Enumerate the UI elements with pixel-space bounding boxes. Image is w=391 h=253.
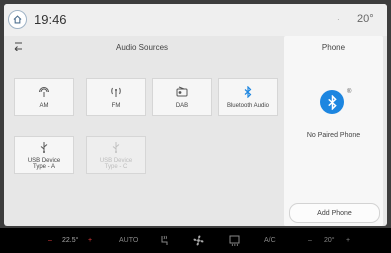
source-bluetooth-audio-button[interactable]: Bluetooth Audio (218, 78, 278, 116)
usb-icon (111, 141, 121, 153)
driver-temp-increase-button[interactable]: + (88, 228, 92, 253)
seat-heat-button[interactable] (160, 228, 169, 253)
clock: 19:46 (34, 12, 67, 27)
source-label: USB Device Type - C (99, 157, 133, 170)
audio-sources-panel: Audio Sources AM FM DAB Bluetooth Audio (4, 36, 280, 226)
defrost-icon (229, 235, 240, 246)
auto-climate-button[interactable]: AUTO (119, 228, 138, 253)
phone-title: Phone (321, 43, 346, 52)
seat-heat-icon (161, 235, 168, 245)
fm-radio-icon (110, 86, 122, 98)
fan-icon (193, 235, 204, 246)
source-label: Bluetooth Audio (226, 102, 270, 109)
dab-radio-icon (176, 86, 188, 98)
status-indicator: · (337, 15, 340, 24)
driver-temperature: 22.5° (62, 237, 79, 244)
audio-sources-title: Audio Sources (115, 43, 169, 52)
fan-button[interactable] (192, 228, 205, 253)
source-label: AM (39, 102, 49, 109)
home-button[interactable] (8, 10, 27, 29)
add-phone-button[interactable]: Add Phone (289, 203, 380, 223)
source-dab-button[interactable]: DAB (152, 78, 212, 116)
am-radio-icon (38, 86, 50, 98)
infotainment-screen: 19:46 · 20° Audio Sources AM FM DAB Blue… (4, 4, 387, 226)
passenger-temperature: 20° (324, 237, 335, 244)
registered-mark: ® (347, 89, 352, 95)
status-bar: 19:46 · 20° (4, 4, 387, 36)
phone-status: No Paired Phone (306, 132, 361, 139)
passenger-temp-increase-button[interactable]: + (346, 228, 350, 253)
driver-temp-decrease-button[interactable]: – (48, 228, 52, 253)
ac-button[interactable]: A/C (264, 228, 276, 253)
rear-defrost-button[interactable] (229, 228, 240, 253)
source-am-button[interactable]: AM (14, 78, 74, 116)
source-label: USB Device Type - A (27, 157, 61, 170)
passenger-temp-decrease-button[interactable]: – (308, 228, 312, 253)
phone-panel: Phone ® No Paired Phone Add Phone (284, 36, 383, 226)
home-icon (13, 15, 22, 24)
outside-temperature: 20° (357, 13, 374, 25)
climate-control-bar: – 22.5° + AUTO A/C – 20° + (0, 228, 391, 253)
source-label: DAB (175, 102, 189, 109)
usb-icon (39, 141, 49, 153)
bluetooth-icon (244, 85, 252, 98)
source-fm-button[interactable]: FM (86, 78, 146, 116)
source-usb-type-a-button[interactable]: USB Device Type - A (14, 136, 74, 174)
bluetooth-icon (320, 90, 344, 114)
source-usb-type-c-button[interactable]: USB Device Type - C (86, 136, 146, 174)
source-label: FM (111, 102, 121, 109)
